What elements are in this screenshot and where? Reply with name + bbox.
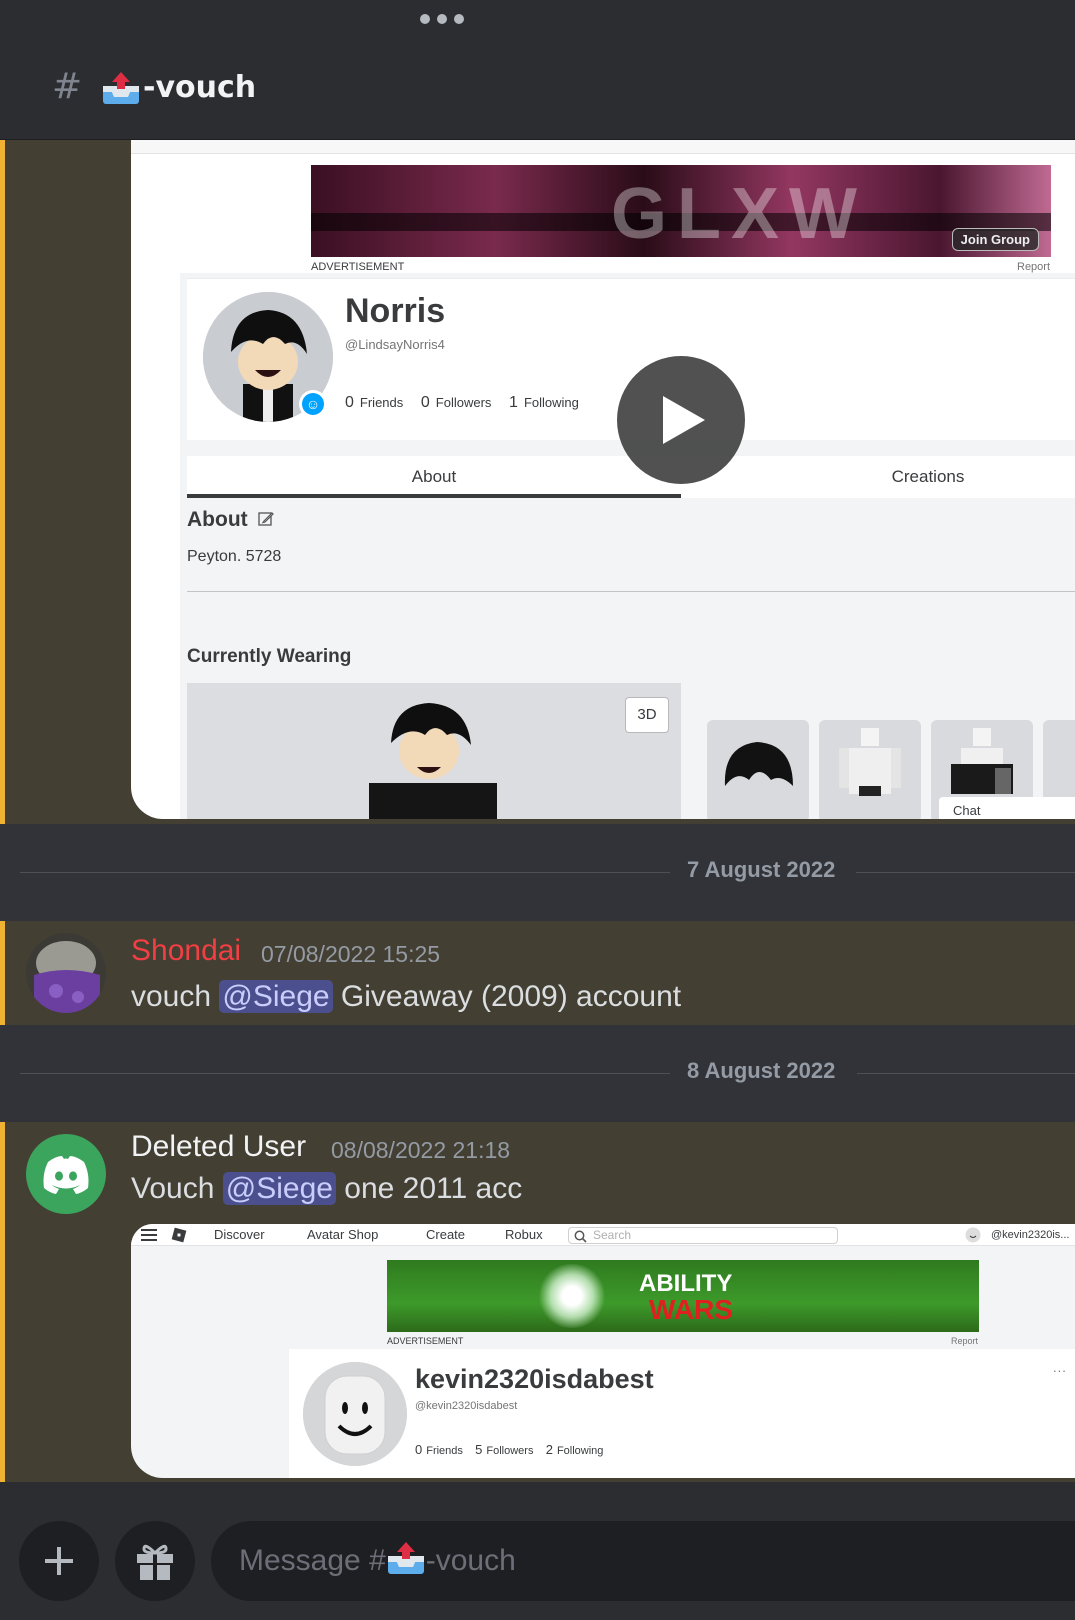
message-author[interactable]: Shondai <box>131 934 241 968</box>
profile-display-name: kevin2320isdabest <box>415 1364 654 1394</box>
profile-handle: @kevin2320isdabest <box>415 1400 518 1412</box>
message-timestamp: 08/08/2022 21:18 <box>331 1137 511 1163</box>
join-group-button[interactable]: Join Group <box>951 228 1039 251</box>
discord-logo-icon <box>43 1156 89 1194</box>
image-embed-profile-norris[interactable]: GLXW Join Group ADVERTISEMENT Report ☺ N… <box>131 140 1075 819</box>
profile-stats: 0 Friends 5 Followers 2 Following <box>415 1442 603 1457</box>
advertisement-label: ADVERTISEMENT <box>311 261 405 273</box>
hamburger-menu-icon[interactable] <box>141 1229 157 1241</box>
tab-about[interactable]: About <box>187 456 681 498</box>
channel-hash-icon: # <box>52 66 83 107</box>
about-heading-text: About <box>187 508 248 531</box>
search-input[interactable]: Search <box>568 1227 838 1244</box>
advertisement-label: ADVERTISEMENT <box>387 1336 464 1346</box>
nav-username[interactable]: @kevin2320is... <box>991 1229 1069 1241</box>
followers-link[interactable]: Followers <box>486 1445 533 1457</box>
nav-avatar-shop[interactable]: Avatar Shop <box>307 1227 378 1242</box>
message-text: Vouch <box>131 1172 223 1205</box>
add-attachment-button[interactable] <box>19 1521 99 1601</box>
3d-toggle-button[interactable]: 3D <box>625 697 669 733</box>
channel-name[interactable]: -vouch <box>143 70 256 105</box>
search-placeholder: Search <box>593 1228 632 1242</box>
followers-count: 5 <box>475 1442 483 1457</box>
ad-title-line2: WARS <box>649 1294 733 1325</box>
message-timestamp: 07/08/2022 15:25 <box>261 941 441 967</box>
followers-link[interactable]: Followers <box>436 395 492 410</box>
user-mention[interactable]: @Siege <box>219 980 333 1013</box>
edit-icon[interactable] <box>257 511 274 527</box>
placeholder-suffix: -vouch <box>425 1544 516 1577</box>
ad-artwork <box>537 1264 607 1328</box>
nav-robux[interactable]: Robux <box>505 1227 543 1242</box>
message-text: vouch <box>131 980 220 1013</box>
image-embed-profile-kevin[interactable]: Discover Avatar Shop Create Robux Search… <box>131 1224 1075 1478</box>
outbox-tray-icon <box>387 1542 424 1575</box>
following-link[interactable]: Following <box>524 395 579 410</box>
report-link[interactable]: Report <box>1017 261 1050 273</box>
chat-button[interactable]: Chat <box>939 797 1075 819</box>
roblox-navbar: Discover Avatar Shop Create Robux Search… <box>131 1224 1075 1246</box>
active-tab-indicator <box>187 494 681 498</box>
message-text: one 2011 acc <box>335 1172 523 1205</box>
message-text: Giveaway (2009) account <box>332 980 682 1013</box>
channel-header: # -vouch <box>0 0 1075 140</box>
date-divider-text: 7 August 2022 <box>687 857 836 882</box>
gift-button[interactable] <box>115 1521 195 1601</box>
play-icon <box>663 396 705 444</box>
more-options-icon[interactable] <box>420 14 464 24</box>
user-avatar-shondai[interactable] <box>26 933 106 1013</box>
friends-count: 0 <box>415 1442 423 1457</box>
outbox-tray-icon <box>103 72 139 104</box>
profile-handle: @LindsayNorris4 <box>345 337 445 352</box>
user-avatar-deleted-user[interactable] <box>26 1134 106 1214</box>
about-heading: About <box>187 508 274 532</box>
friends-link[interactable]: Friends <box>360 395 403 410</box>
message-input-placeholder: Message # -vouch <box>239 1542 516 1578</box>
divider <box>187 591 1075 592</box>
avatar-3d-viewer[interactable] <box>187 683 681 819</box>
more-options-icon[interactable]: ... <box>1053 1360 1067 1375</box>
date-divider: 8 August 2022 <box>20 1058 1075 1088</box>
ad-artwork: GLXW <box>611 174 867 254</box>
user-mention[interactable]: @Siege <box>222 1172 336 1205</box>
message-author[interactable]: Deleted User <box>131 1130 306 1164</box>
following-link[interactable]: Following <box>557 1445 603 1457</box>
play-video-button[interactable] <box>617 356 745 484</box>
profile-display-name: Norris <box>345 292 446 330</box>
plus-icon <box>45 1547 73 1575</box>
following-count: 1 <box>509 394 518 411</box>
advertisement-banner[interactable]: ABILITY WARS <box>387 1260 979 1332</box>
currently-wearing-heading: Currently Wearing <box>187 646 352 667</box>
advertisement-banner[interactable]: GLXW Join Group <box>311 165 1051 257</box>
avatar-headshot[interactable] <box>303 1362 407 1466</box>
date-divider-text: 8 August 2022 <box>687 1058 836 1083</box>
nav-create[interactable]: Create <box>426 1227 465 1242</box>
profile-stats: 0 Friends 0 Followers 1 Following <box>345 394 579 412</box>
wearing-item-hair[interactable] <box>707 720 809 819</box>
message-content: Vouch @Siege one 2011 acc <box>131 1172 522 1206</box>
report-link[interactable]: Report <box>951 1336 978 1346</box>
followers-count: 0 <box>420 394 430 411</box>
roblox-logo-icon[interactable] <box>171 1227 187 1243</box>
user-avatar-icon[interactable] <box>965 1227 981 1243</box>
placeholder-prefix: Message # <box>239 1544 386 1577</box>
profile-tabs: About Creations <box>187 456 1075 498</box>
date-divider: 7 August 2022 <box>20 857 1075 887</box>
nav-discover[interactable]: Discover <box>214 1227 265 1242</box>
search-icon <box>574 1230 587 1243</box>
tab-creations[interactable]: Creations <box>681 456 1075 498</box>
friends-count: 0 <box>345 394 354 411</box>
browser-navbar <box>131 140 1075 154</box>
following-count: 2 <box>545 1442 553 1457</box>
wearing-item-shirt[interactable] <box>819 720 921 819</box>
about-text: Peyton. 5728 <box>187 548 282 565</box>
message-content: vouch @Siege Giveaway (2009) account <box>131 980 681 1014</box>
online-status-icon: ☺ <box>299 390 327 418</box>
gift-icon <box>137 1544 173 1580</box>
friends-link[interactable]: Friends <box>426 1445 463 1457</box>
